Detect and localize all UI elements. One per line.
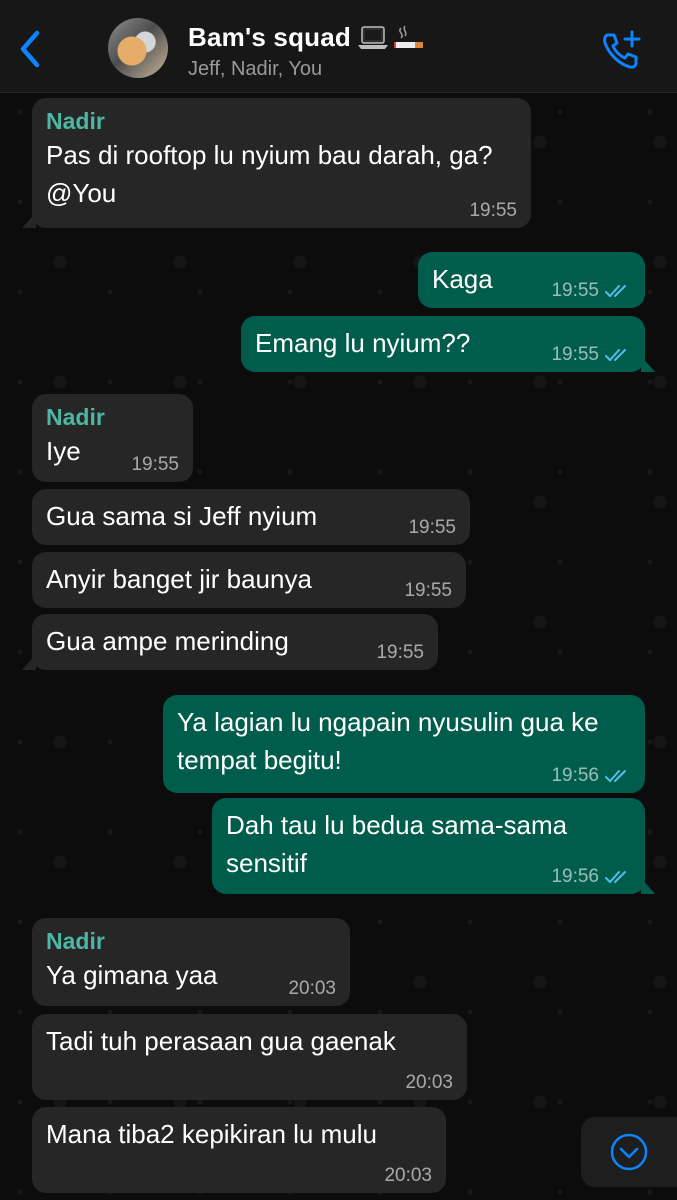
- message-bubble[interactable]: Tadi tuh perasaan gua gaenak 20:03: [32, 1014, 467, 1100]
- message-time: 19:56: [551, 866, 599, 887]
- group-name: Bam's squad: [188, 22, 351, 52]
- add-call-button[interactable]: [596, 28, 646, 74]
- sender-name[interactable]: Nadir: [46, 106, 517, 136]
- message-time: 19:55: [469, 200, 517, 221]
- sender-name[interactable]: Nadir: [46, 926, 336, 956]
- message-text: Gua sama si Jeff nyium: [46, 501, 318, 531]
- message-text: Anyir banget jir baunya: [46, 564, 312, 594]
- laptop-icon: [358, 25, 388, 49]
- message-text: Ya gimana yaa: [46, 960, 218, 990]
- message-text: Pas di rooftop lu nyium bau darah, ga? @…: [46, 140, 493, 208]
- double-check-icon: [605, 285, 626, 298]
- double-check-icon: [605, 770, 626, 783]
- bubble-tail: [641, 356, 655, 372]
- message-bubble[interactable]: Dah tau lu bedua sama-sama sensitif 19:5…: [212, 798, 655, 894]
- message-time: 19:55: [551, 280, 599, 301]
- phone-plus-icon: [603, 30, 641, 69]
- cigarette-icon: [394, 25, 423, 48]
- message-text: Emang lu nyium??: [255, 328, 471, 358]
- message-bubble[interactable]: Mana tiba2 kepikiran lu mulu 20:03: [32, 1107, 446, 1193]
- message-time: 19:55: [376, 642, 424, 663]
- back-button[interactable]: [12, 28, 48, 70]
- message-text: Iye: [46, 436, 81, 466]
- message-text: Ya lagian lu ngapain nyusulin gua ke tem…: [177, 707, 599, 775]
- message-time: 19:55: [404, 580, 452, 601]
- group-title[interactable]: Bam's squad: [188, 22, 425, 53]
- message-bubble[interactable]: Gua ampe merinding 19:55: [22, 614, 438, 670]
- message-text: Mana tiba2 kepikiran lu mulu: [46, 1119, 377, 1149]
- message-bubble[interactable]: Anyir banget jir baunya 19:55: [32, 552, 466, 608]
- chevron-down-circle-icon: [610, 1133, 648, 1171]
- message-text: Kaga: [432, 264, 493, 294]
- message-text: Gua ampe merinding: [46, 626, 289, 656]
- message-text: Dah tau lu bedua sama-sama sensitif: [226, 810, 568, 878]
- chevron-left-icon: [20, 30, 40, 68]
- message-time: 20:03: [405, 1072, 453, 1093]
- message-time: 19:55: [131, 454, 179, 475]
- message-time: 19:55: [408, 517, 456, 538]
- double-check-icon: [605, 871, 626, 884]
- scroll-to-bottom-button[interactable]: [581, 1117, 677, 1187]
- message-bubble[interactable]: Ya lagian lu ngapain nyusulin gua ke tem…: [163, 695, 645, 793]
- group-members[interactable]: Jeff, Nadir, You: [188, 58, 322, 81]
- message-time: 19:55: [551, 344, 599, 365]
- message-time: 20:03: [384, 1165, 432, 1186]
- message-text: Tadi tuh perasaan gua gaenak: [46, 1026, 396, 1056]
- group-avatar[interactable]: [108, 18, 168, 78]
- message-bubble[interactable]: Gua sama si Jeff nyium 19:55: [32, 489, 470, 545]
- message-bubble[interactable]: Nadir Ya gimana yaa 20:03: [32, 918, 350, 1006]
- message-bubble[interactable]: Nadir Iye 19:55: [32, 394, 193, 482]
- chat-header: Bam's squad Jeff, Nadir, You: [0, 0, 677, 93]
- message-time: 19:56: [551, 765, 599, 786]
- bubble-tail: [22, 654, 36, 670]
- message-bubble[interactable]: Kaga 19:55: [418, 252, 645, 308]
- double-check-icon: [605, 349, 626, 362]
- bubble-tail: [641, 878, 655, 894]
- message-bubble[interactable]: Emang lu nyium?? 19:55: [241, 316, 655, 372]
- sender-name[interactable]: Nadir: [46, 402, 179, 432]
- message-time: 20:03: [288, 978, 336, 999]
- message-bubble[interactable]: Nadir Pas di rooftop lu nyium bau darah,…: [22, 98, 531, 228]
- bubble-tail: [22, 212, 36, 228]
